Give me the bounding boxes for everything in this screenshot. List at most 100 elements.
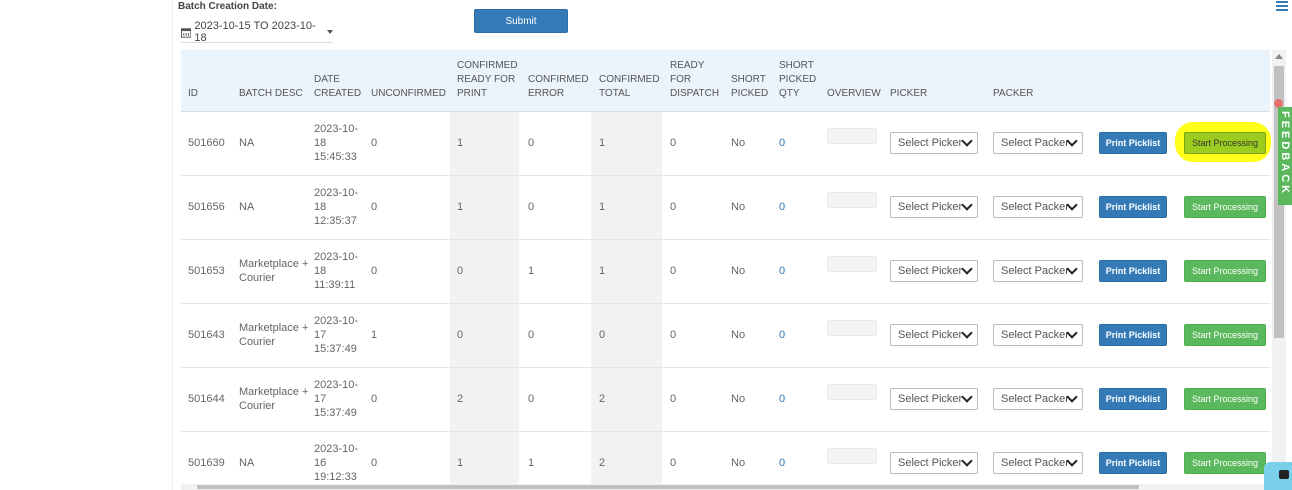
row-id: 501660 — [188, 137, 225, 149]
row-batch-desc: Marketplace + Courier — [239, 386, 309, 412]
picker-select[interactable]: Select Picker — [890, 196, 978, 218]
row-batch-desc: Marketplace + Courier — [239, 258, 309, 284]
packer-select-value: Select Packer — [1001, 201, 1069, 213]
row-ready-dispatch: 0 — [670, 457, 677, 469]
calendar-icon — [181, 27, 192, 38]
chevron-down-icon — [961, 263, 973, 275]
start-processing-button-highlighted[interactable]: Start Processing — [1184, 132, 1266, 154]
row-short-picked-qty[interactable]: 0 — [779, 329, 785, 341]
print-picklist-button[interactable]: Print Picklist — [1099, 260, 1167, 282]
start-processing-button[interactable]: Start Processing — [1184, 196, 1266, 218]
col-header-batch-desc[interactable]: BATCH DESC — [239, 87, 303, 101]
row-confirmed-total: 1 — [599, 201, 606, 213]
row-confirmed-error: 0 — [528, 329, 535, 341]
row-short-picked-qty[interactable]: 0 — [779, 137, 785, 149]
picker-select[interactable]: Select Picker — [890, 324, 978, 346]
picker-select-value: Select Picker — [898, 329, 963, 341]
chat-widget-icon[interactable] — [1264, 462, 1292, 490]
col-header-ready-dispatch[interactable]: READY FOR DISPATCH — [670, 59, 720, 101]
picker-select-value: Select Picker — [898, 137, 963, 149]
col-header-confirmed-total[interactable]: CONFIRMED TOTAL — [599, 73, 660, 101]
feedback-tab[interactable]: FEEDBACK — [1278, 107, 1292, 205]
picker-select[interactable]: Select Picker — [890, 388, 978, 410]
row-short-picked: No — [731, 201, 746, 213]
start-processing-button[interactable]: Start Processing — [1184, 452, 1266, 474]
overview-progress — [827, 192, 877, 208]
row-ready-dispatch: 0 — [670, 137, 677, 149]
print-picklist-button[interactable]: Print Picklist — [1099, 452, 1167, 474]
row-confirmed-error: 0 — [528, 393, 535, 405]
row-ready-print: 0 — [457, 329, 464, 341]
packer-select[interactable]: Select Packer — [993, 324, 1083, 346]
picker-select[interactable]: Select Picker — [890, 132, 978, 154]
picker-select-value: Select Picker — [898, 393, 963, 405]
row-id: 501643 — [188, 329, 225, 341]
date-range-value: 2023-10-15 TO 2023-10-18 — [194, 20, 316, 44]
col-header-picker[interactable]: PICKER — [890, 87, 927, 101]
start-processing-button[interactable]: Start Processing — [1184, 388, 1266, 410]
row-batch-desc: NA — [239, 201, 255, 213]
submit-button[interactable]: Submit — [474, 9, 568, 33]
row-short-picked-qty[interactable]: 0 — [779, 457, 785, 469]
col-header-ready-print[interactable]: CONFIRMED READY FOR PRINT — [457, 59, 519, 101]
row-confirmed-total: 0 — [599, 329, 606, 341]
table-row: 501639 NA 2023-10-16 19:12:33 0 1 1 2 0 No 0 Selec… — [181, 431, 1270, 484]
packer-select[interactable]: Select Packer — [993, 452, 1083, 474]
chevron-down-icon — [961, 455, 973, 467]
table-row: 501653 Marketplace + Courier 2023-10-18 11… — [181, 239, 1270, 304]
caret-down-icon — [327, 30, 333, 34]
start-processing-button[interactable]: Start Processing — [1184, 260, 1266, 282]
col-header-id[interactable]: ID — [188, 87, 198, 101]
row-short-picked-qty[interactable]: 0 — [779, 265, 785, 277]
row-short-picked-qty[interactable]: 0 — [779, 201, 785, 213]
col-header-short-picked[interactable]: SHORT PICKED — [731, 73, 771, 101]
col-header-confirmed-error[interactable]: CONFIRMED ERROR — [528, 73, 589, 101]
chevron-down-icon — [961, 199, 973, 211]
row-unconfirmed: 0 — [371, 201, 378, 213]
horizontal-scrollbar[interactable] — [181, 484, 1270, 490]
packer-select[interactable]: Select Packer — [993, 196, 1083, 218]
row-short-picked-qty[interactable]: 0 — [779, 393, 785, 405]
packer-select[interactable]: Select Packer — [993, 260, 1083, 282]
col-header-date-created[interactable]: DATE CREATED — [314, 73, 362, 101]
picker-select-value: Select Picker — [898, 265, 963, 277]
packer-select[interactable]: Select Packer — [993, 132, 1083, 154]
picker-select[interactable]: Select Picker — [890, 452, 978, 474]
packer-select[interactable]: Select Packer — [993, 388, 1083, 410]
table-row: 501643 Marketplace + Courier 2023-10-17 15… — [181, 303, 1270, 368]
row-confirmed-error: 0 — [528, 137, 535, 149]
row-date-created: 2023-10-17 15:37:49 — [314, 315, 359, 355]
table-row: 501656 NA 2023-10-18 12:35:37 0 1 0 1 0 No 0 Selec… — [181, 175, 1270, 240]
row-date-created: 2023-10-18 12:35:37 — [314, 187, 359, 227]
col-header-packer[interactable]: PACKER — [993, 87, 1033, 101]
row-id: 501639 — [188, 457, 225, 469]
row-date-created: 2023-10-18 11:39:11 — [314, 251, 359, 291]
row-id: 501644 — [188, 393, 225, 405]
col-header-short-picked-qty[interactable]: SHORT PICKED QTY — [779, 59, 819, 101]
row-batch-desc: NA — [239, 137, 255, 149]
start-processing-button[interactable]: Start Processing — [1184, 324, 1266, 346]
print-picklist-button[interactable]: Print Picklist — [1099, 388, 1167, 410]
print-picklist-button[interactable]: Print Picklist — [1099, 324, 1167, 346]
print-picklist-button[interactable]: Print Picklist — [1099, 196, 1167, 218]
overview-progress — [827, 256, 877, 272]
row-ready-print: 0 — [457, 265, 464, 277]
col-header-unconfirmed[interactable]: UNCONFIRMED — [371, 87, 446, 101]
row-id: 501656 — [188, 201, 225, 213]
print-picklist-button[interactable]: Print Picklist — [1099, 132, 1167, 154]
hamburger-menu-icon[interactable] — [1276, 1, 1288, 12]
row-date-created: 2023-10-16 19:12:33 — [314, 443, 359, 483]
row-confirmed-error: 1 — [528, 265, 535, 277]
row-ready-dispatch: 0 — [670, 201, 677, 213]
scroll-up-arrow-icon[interactable] — [1275, 54, 1283, 59]
chevron-down-icon — [961, 135, 973, 147]
row-batch-desc: Marketplace + Courier — [239, 322, 309, 348]
col-header-overview[interactable]: OVERVIEW — [827, 87, 881, 101]
row-ready-dispatch: 0 — [670, 393, 677, 405]
row-date-created: 2023-10-18 15:45:33 — [314, 123, 359, 163]
picker-select[interactable]: Select Picker — [890, 260, 978, 282]
horizontal-scroll-thumb[interactable] — [197, 485, 1139, 489]
date-range-picker[interactable]: 2023-10-15 TO 2023-10-18 — [181, 20, 333, 44]
overview-progress — [827, 448, 877, 464]
picker-select-value: Select Picker — [898, 201, 963, 213]
